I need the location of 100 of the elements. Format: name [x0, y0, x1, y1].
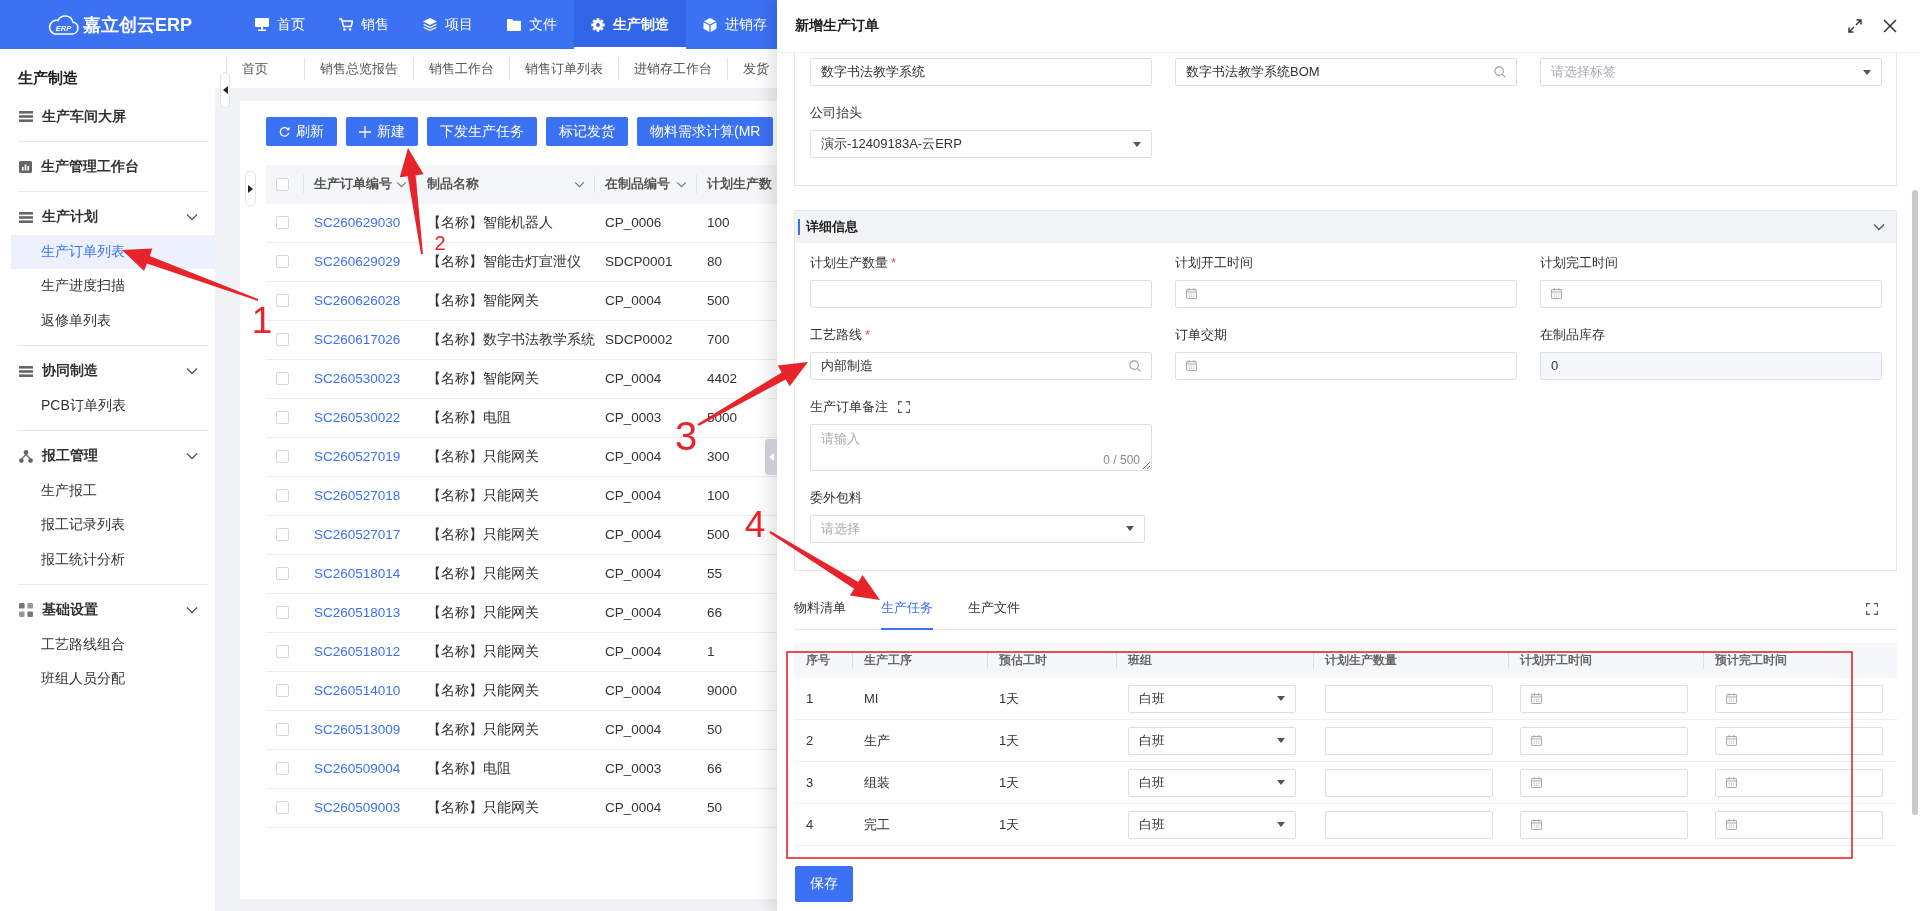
toolbar-button[interactable]: 下发生产任务	[427, 117, 537, 146]
order-number-link[interactable]: SC260629030	[314, 215, 401, 230]
save-button[interactable]: 保存	[795, 866, 853, 902]
order-number-link[interactable]: SC260527018	[314, 488, 401, 503]
tab[interactable]: 生产文件	[968, 588, 1020, 630]
text-field[interactable]	[810, 279, 1152, 308]
fullscreen-icon[interactable]	[1866, 602, 1878, 615]
order-number-link[interactable]: SC260617026	[314, 332, 401, 347]
select-field[interactable]: 白班	[1128, 684, 1296, 713]
text-field[interactable]: 数字书法教学系统	[810, 58, 1152, 86]
checkbox[interactable]	[276, 177, 289, 191]
checkbox[interactable]	[276, 489, 289, 502]
input-field[interactable]	[1325, 810, 1493, 839]
order-number-link[interactable]: SC260629029	[314, 254, 401, 269]
maximize-icon[interactable]	[1848, 19, 1862, 33]
date-field[interactable]	[1715, 726, 1883, 755]
fullscreen-icon[interactable]	[898, 400, 910, 413]
input-field[interactable]	[1325, 684, 1493, 713]
checkbox[interactable]	[276, 294, 289, 307]
search-field[interactable]: 数字书法教学系统BOM	[1175, 58, 1517, 86]
toolbar-button[interactable]: 新建	[346, 117, 418, 146]
order-number-link[interactable]: SC260509004	[314, 761, 401, 776]
date-field[interactable]	[1520, 684, 1688, 713]
date-field[interactable]	[1175, 351, 1517, 380]
checkbox[interactable]	[276, 567, 289, 580]
toolbar-button[interactable]: 刷新	[266, 117, 337, 146]
checkbox[interactable]	[276, 333, 289, 346]
order-number-link[interactable]: SC260530022	[314, 410, 401, 425]
sidebar-item[interactable]: 生产报工	[0, 473, 215, 508]
checkbox[interactable]	[276, 606, 289, 619]
sidebar-item[interactable]: 生产车间大屏	[0, 92, 215, 141]
checkbox[interactable]	[276, 801, 289, 814]
tab[interactable]: 生产任务	[881, 588, 933, 630]
select-field[interactable]: 白班	[1128, 726, 1296, 755]
checkbox[interactable]	[276, 762, 289, 775]
page-tab[interactable]: 销售工作台	[413, 57, 509, 80]
checkbox[interactable]	[276, 216, 289, 229]
nav-tab[interactable]: 文件	[490, 0, 574, 49]
checkbox[interactable]	[276, 723, 289, 736]
order-number-link[interactable]: SC260509003	[314, 800, 401, 815]
sidebar-item[interactable]: 报工记录列表	[0, 508, 215, 543]
order-number-link[interactable]: SC260518014	[314, 566, 401, 581]
order-number-link[interactable]: SC260513009	[314, 722, 401, 737]
chevron-down-icon[interactable]	[396, 180, 407, 188]
sidebar-item[interactable]: 工艺路线组合	[0, 627, 215, 662]
order-number-link[interactable]: SC260626028	[314, 293, 401, 308]
checkbox[interactable]	[276, 528, 289, 541]
input-field[interactable]	[1325, 768, 1493, 797]
toolbar-button[interactable]: 标记发货	[546, 117, 628, 146]
sidebar-group[interactable]: 基础设置	[0, 593, 215, 628]
chevron-down-icon[interactable]	[676, 180, 687, 188]
sidebar-item[interactable]: 生产进度扫描	[0, 269, 215, 304]
date-field[interactable]	[1715, 810, 1883, 839]
date-field[interactable]	[1520, 810, 1688, 839]
nav-tab[interactable]: 首页	[238, 0, 322, 49]
sidebar-group[interactable]: 生产计划	[0, 200, 215, 235]
checkbox[interactable]	[276, 372, 289, 385]
scrollbar[interactable]	[1912, 190, 1918, 815]
date-field[interactable]	[1715, 768, 1883, 797]
select-field[interactable]: 演示-12409183A-云ERP	[810, 130, 1152, 158]
date-field[interactable]	[1175, 279, 1517, 308]
nav-tab[interactable]: 项目	[406, 0, 490, 49]
section-header[interactable]: 详细信息	[795, 211, 1896, 243]
input-field[interactable]	[1325, 726, 1493, 755]
select-field[interactable]: 白班	[1128, 810, 1296, 839]
sidebar-item[interactable]: 生产管理工作台	[0, 142, 215, 191]
collapse-handle[interactable]	[220, 72, 230, 108]
order-number-link[interactable]: SC260530023	[314, 371, 401, 386]
checkbox[interactable]	[276, 684, 289, 697]
chevron-down-icon[interactable]	[574, 180, 585, 188]
page-tab[interactable]: 销售总览报告	[304, 57, 413, 80]
sidebar-item[interactable]: 报工统计分析	[0, 542, 215, 577]
order-number-link[interactable]: SC260518013	[314, 605, 401, 620]
date-field[interactable]	[1540, 279, 1882, 308]
collapse-handle[interactable]	[765, 439, 777, 475]
order-number-link[interactable]: SC260527017	[314, 527, 401, 542]
checkbox[interactable]	[276, 450, 289, 463]
checkbox[interactable]	[276, 645, 289, 658]
tab[interactable]: 物料清单	[794, 588, 846, 630]
sidebar-group[interactable]: 报工管理	[0, 439, 215, 474]
expand-handle[interactable]	[245, 171, 256, 206]
date-field[interactable]	[1520, 726, 1688, 755]
checkbox[interactable]	[276, 255, 289, 268]
date-field[interactable]	[1715, 684, 1883, 713]
sidebar-item[interactable]: 生产订单列表	[11, 234, 215, 269]
search-field[interactable]: 内部制造	[810, 351, 1152, 380]
sidebar-item[interactable]: 返修单列表	[0, 303, 215, 338]
sidebar-group[interactable]: 协同制造	[0, 354, 215, 389]
sidebar-item[interactable]: 班组人员分配	[0, 662, 215, 697]
order-number-link[interactable]: SC260514010	[314, 683, 401, 698]
order-number-link[interactable]: SC260527019	[314, 449, 401, 464]
checkbox[interactable]	[276, 411, 289, 424]
page-tab[interactable]: 进销存工作台	[618, 57, 727, 80]
sidebar-item[interactable]: PCB订单列表	[0, 388, 215, 423]
order-number-link[interactable]: SC260518012	[314, 644, 401, 659]
close-icon[interactable]	[1883, 19, 1897, 33]
select-field[interactable]: 白班	[1128, 768, 1296, 797]
page-tab[interactable]: 销售订单列表	[509, 57, 618, 80]
nav-tab[interactable]: 销售	[322, 0, 406, 49]
date-field[interactable]	[1520, 768, 1688, 797]
